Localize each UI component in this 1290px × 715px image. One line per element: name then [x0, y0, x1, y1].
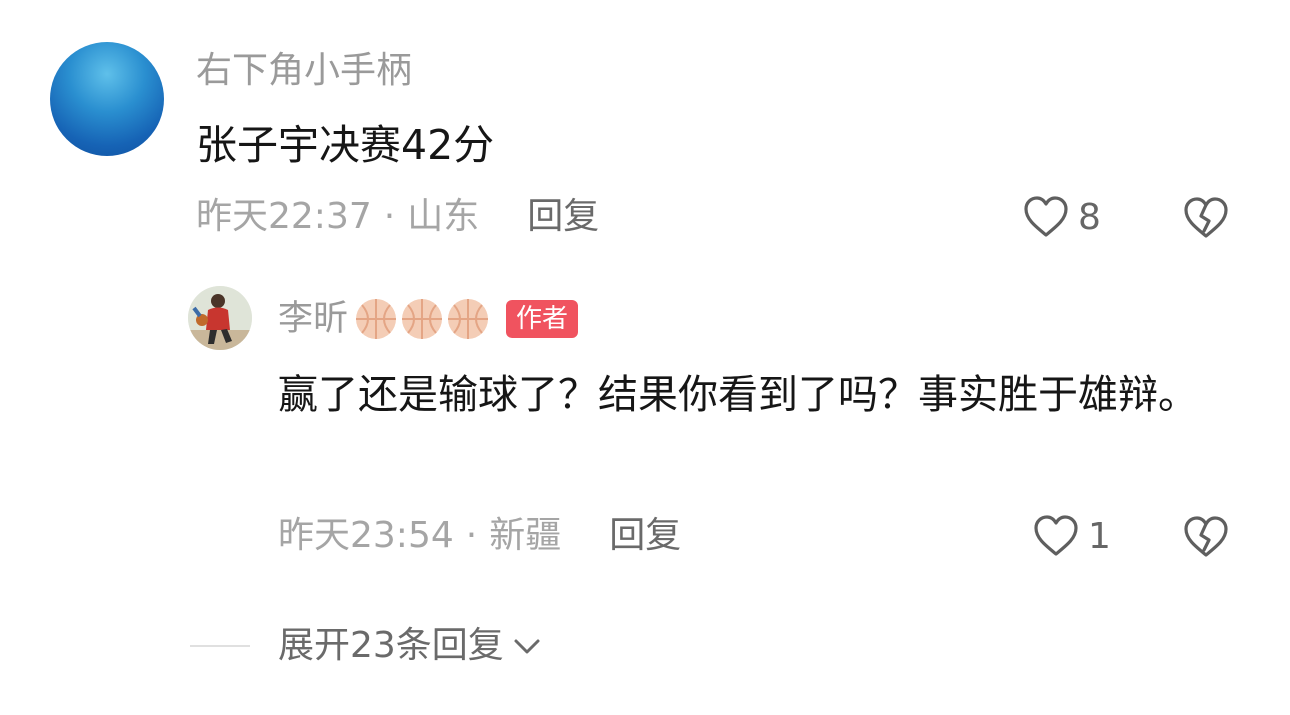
expand-replies-label: 展开23条回复	[278, 625, 504, 666]
dislike-button[interactable]	[1182, 195, 1230, 245]
avatar[interactable]	[50, 42, 164, 156]
reply-dislike-button[interactable]	[1182, 514, 1230, 564]
broken-heart-icon	[1184, 516, 1228, 557]
reply-header: 李昕 作者	[278, 294, 579, 344]
like-count: 8	[1078, 196, 1101, 238]
divider	[190, 645, 250, 647]
basketball-icon	[402, 299, 443, 339]
comment-location: 山东	[407, 196, 480, 237]
basketball-icon	[356, 299, 397, 339]
reply-content: 赢了还是输球了？结果你看到了吗？事实胜于雄辩。	[278, 372, 1198, 418]
author-badge: 作者	[506, 300, 579, 338]
reply-avatar[interactable]	[188, 286, 252, 350]
expand-replies-button[interactable]: 展开23条回复	[278, 622, 542, 670]
reply-like-count: 1	[1088, 515, 1111, 557]
reply-location: 新疆	[489, 515, 562, 556]
heart-outline-icon	[1034, 515, 1078, 556]
basketball-icon	[448, 299, 489, 339]
comment-content: 张子宇决赛42分	[196, 121, 495, 169]
meta-separator: ·	[465, 515, 478, 556]
comment-username[interactable]: 右下角小手柄	[196, 48, 412, 94]
like-button[interactable]: 8	[1022, 193, 1101, 241]
reply-time: 昨天23:54	[278, 515, 454, 556]
reply-like-button[interactable]: 1	[1032, 512, 1111, 560]
meta-separator: ·	[383, 196, 396, 237]
reply-reply-button[interactable]: 回复	[609, 512, 681, 560]
heart-outline-icon	[1024, 196, 1068, 237]
reply-username[interactable]: 李昕	[278, 295, 348, 343]
comment-meta: 昨天22:37 · 山东 回复	[196, 193, 599, 241]
comment-time: 昨天22:37	[196, 196, 372, 237]
broken-heart-icon	[1184, 197, 1228, 238]
chevron-down-icon	[514, 639, 540, 654]
player-photo	[188, 286, 252, 350]
reply-meta: 昨天23:54 · 新疆 回复	[278, 512, 681, 560]
reply-button[interactable]: 回复	[527, 193, 599, 241]
